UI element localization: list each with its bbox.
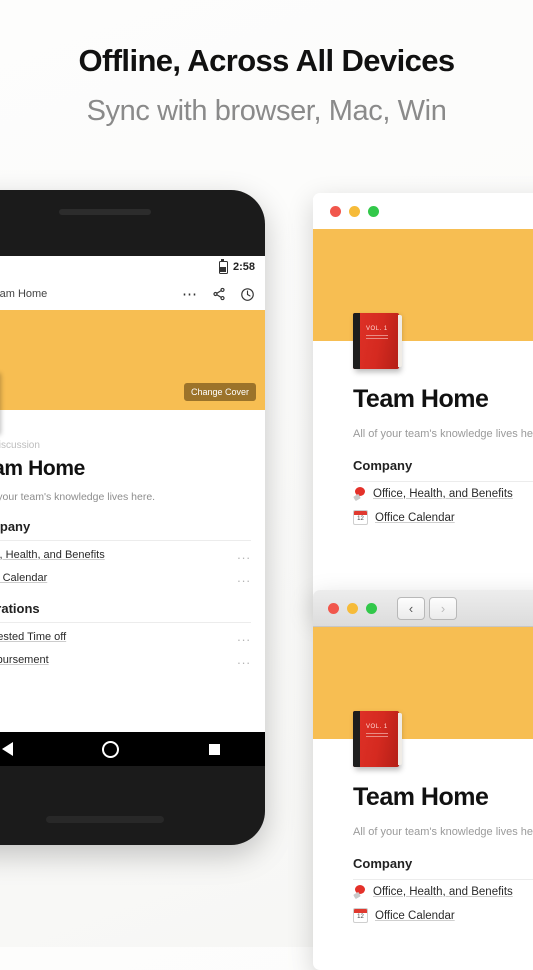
section-heading-company: Company — [353, 458, 413, 473]
list-item-label[interactable]: Reimbursement — [0, 654, 49, 666]
list-item-label[interactable]: Requested Time off — [0, 631, 66, 643]
battery-icon — [218, 258, 228, 274]
android-home-icon[interactable] — [102, 740, 120, 758]
phone-bottom-bar — [46, 816, 164, 823]
status-time: 2:58 — [232, 261, 255, 273]
android-back-icon[interactable] — [1, 742, 13, 756]
status-bar: 2:58 — [0, 256, 265, 278]
browser-title-bar: ‹ › — [313, 590, 533, 627]
android-phone-mockup: 2:58 Team Home ⋯ Change Cover — [0, 190, 265, 845]
list-item-label[interactable]: Office, Health, and Benefits — [0, 549, 105, 561]
window-page-body: VOL. 1 Team Home All of your team's know… — [313, 313, 533, 530]
close-button[interactable] — [328, 602, 339, 614]
divider — [0, 622, 251, 623]
minimize-button[interactable] — [349, 205, 360, 217]
android-navigation-bar — [0, 732, 265, 766]
list-item-label[interactable]: Office, Health, and Benefits — [373, 488, 513, 500]
note-title: Team Home — [353, 783, 489, 811]
section-heading-operations: Operations — [0, 601, 40, 616]
note-title: Team Home — [353, 385, 489, 413]
app-bar: Team Home ⋯ — [0, 278, 265, 310]
list-item[interactable]: Office, Health, and Benefits — [353, 482, 533, 505]
row-more-icon[interactable]: ... — [237, 548, 251, 561]
android-recents-icon[interactable] — [209, 743, 221, 755]
calendar-day: 12 — [357, 914, 364, 920]
pushpin-icon — [353, 885, 366, 900]
calendar-icon: 12 — [353, 510, 368, 525]
close-button[interactable] — [330, 205, 341, 217]
red-closed-book-icon: VOL. 1 — [353, 711, 402, 767]
clock-icon[interactable] — [240, 287, 255, 302]
list-item[interactable]: Office Calendar ... — [0, 566, 251, 589]
list-item[interactable]: Requested Time off ... — [0, 625, 251, 648]
row-more-icon[interactable]: ... — [237, 653, 251, 666]
app-bar-title: Team Home — [0, 288, 48, 300]
phone-screen: 2:58 Team Home ⋯ Change Cover — [0, 256, 265, 766]
list-item-label[interactable]: Office Calendar — [375, 910, 455, 922]
red-closed-book-icon: VOL. 1 — [353, 313, 402, 369]
note-description: All of your team's knowledge lives here. — [353, 428, 533, 440]
browser-window: ‹ › VOL. 1 Team Home All of your team's … — [313, 590, 533, 970]
book-volume-label: VOL. 1 — [366, 326, 388, 332]
calendar-day: 12 — [357, 516, 364, 522]
more-options-icon[interactable]: ⋯ — [182, 287, 198, 302]
forward-button[interactable]: › — [429, 596, 457, 620]
window-page-body: VOL. 1 Team Home All of your team's know… — [313, 711, 533, 928]
list-item[interactable]: Reimbursement ... — [0, 648, 251, 671]
book-volume-label: VOL. 1 — [366, 724, 388, 730]
list-item[interactable]: 12 Office Calendar — [353, 505, 533, 530]
mac-title-bar — [313, 193, 533, 229]
phone-page-body: Add Discussion Team Home All of your tea… — [0, 410, 265, 671]
zoom-button[interactable] — [368, 205, 379, 217]
zoom-button[interactable] — [366, 602, 377, 614]
list-item[interactable]: Office, Health, and Benefits — [353, 880, 533, 903]
add-discussion-button[interactable]: Add Discussion — [0, 440, 251, 451]
page-subtitle: Sync with browser, Mac, Win — [86, 95, 447, 127]
calendar-icon: 12 — [353, 908, 368, 923]
list-item-label[interactable]: Office Calendar — [375, 512, 455, 524]
section-heading-company: Company — [353, 856, 413, 871]
row-more-icon[interactable]: ... — [237, 630, 251, 643]
note-description: All of your team's knowledge lives here. — [353, 826, 533, 838]
back-button[interactable]: ‹ — [397, 596, 425, 620]
cover-image: Change Cover — [0, 310, 265, 410]
row-more-icon[interactable]: ... — [237, 571, 251, 584]
minimize-button[interactable] — [347, 602, 358, 614]
divider — [0, 540, 251, 541]
share-icon[interactable] — [212, 287, 226, 301]
mac-app-window: VOL. 1 Team Home All of your team's know… — [313, 193, 533, 613]
change-cover-button[interactable]: Change Cover — [183, 383, 256, 401]
list-item[interactable]: 12 Office Calendar — [353, 903, 533, 928]
list-item[interactable]: Office, Health, and Benefits ... — [0, 543, 251, 566]
pushpin-icon — [353, 487, 366, 502]
list-item-label[interactable]: Office, Health, and Benefits — [373, 886, 513, 898]
note-title: Team Home — [0, 457, 85, 480]
hero-header: Offline, Across All Devices Sync with br… — [0, 0, 533, 128]
phone-speaker-grill — [59, 209, 151, 215]
list-item-label[interactable]: Office Calendar — [0, 572, 47, 584]
note-description: All of your team's knowledge lives here. — [0, 491, 156, 503]
section-heading-company: Company — [0, 519, 31, 534]
page-title: Offline, Across All Devices — [78, 43, 455, 78]
